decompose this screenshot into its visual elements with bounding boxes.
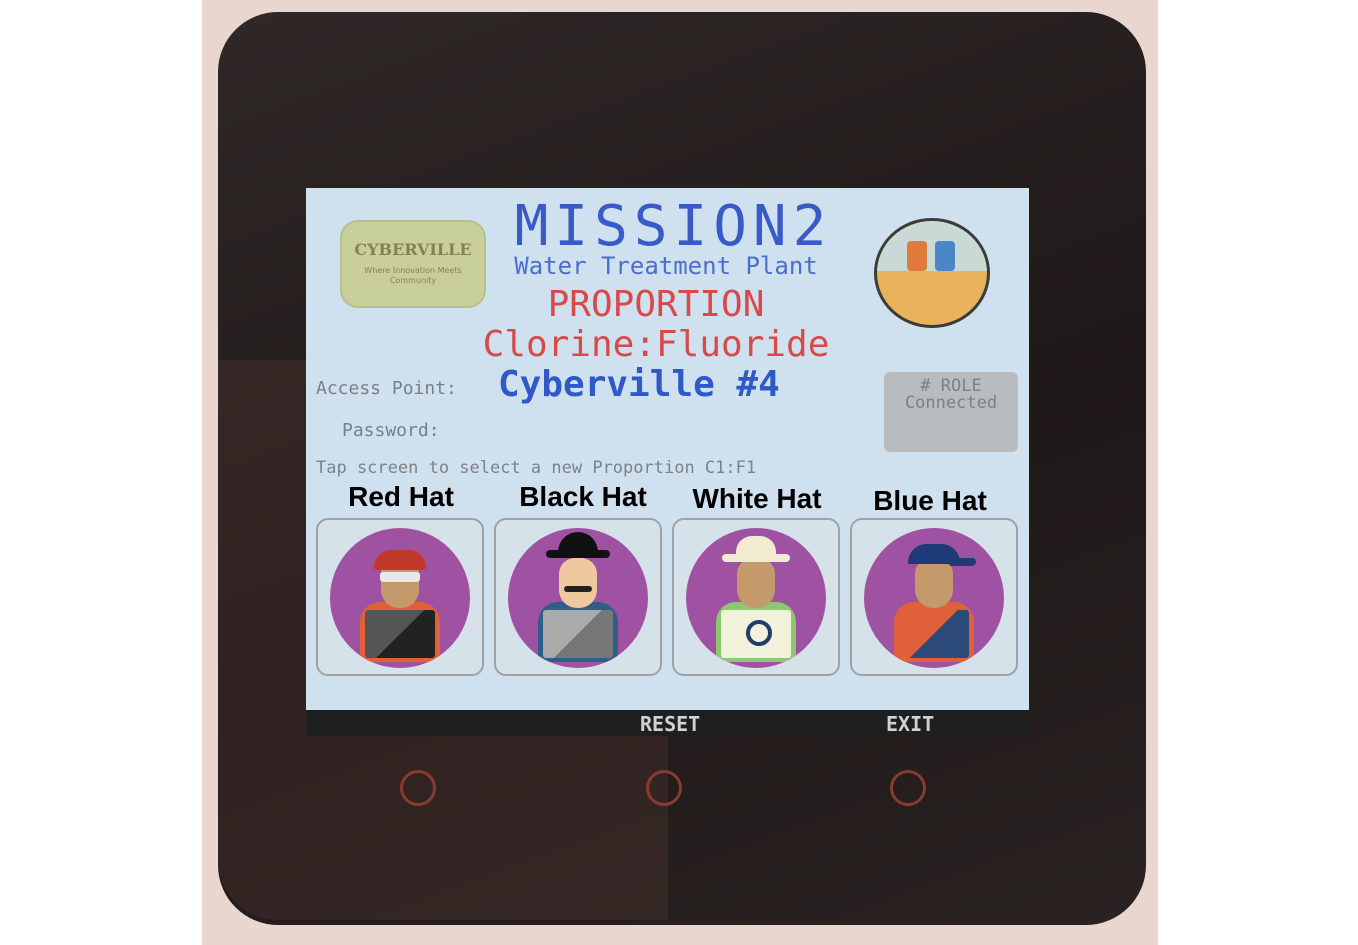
tank-orange-icon bbox=[907, 241, 927, 271]
password-label: Password: bbox=[342, 420, 440, 441]
blue-hat-tile[interactable] bbox=[850, 518, 1018, 676]
logo-subtitle: Where Innovation Meets Community bbox=[364, 266, 462, 285]
mission-subtitle: Water Treatment Plant bbox=[514, 252, 818, 280]
hardware-button-middle[interactable] bbox=[646, 770, 682, 806]
black-hat-label: Black Hat bbox=[519, 481, 647, 512]
black-hat-hacker-icon bbox=[508, 528, 648, 668]
cyberville-logo: CYBERVILLE Where Innovation Meets Commun… bbox=[340, 220, 486, 308]
red-hat-label: Red Hat bbox=[348, 481, 454, 512]
proportion-ratio: Clorine:Fluoride bbox=[482, 324, 830, 365]
blue-hat-label: Blue Hat bbox=[873, 485, 987, 516]
access-point-value: Cyberville #4 bbox=[498, 364, 780, 405]
proportion-title: PROPORTION bbox=[547, 284, 765, 325]
blue-hat-hacker-icon bbox=[864, 528, 1004, 668]
mission-title: MISSION2 bbox=[514, 194, 833, 259]
instruction-text: Tap screen to select a new Proportion C1… bbox=[316, 458, 757, 478]
tank-blue-icon bbox=[935, 241, 955, 271]
black-hat-tile[interactable] bbox=[494, 518, 662, 676]
red-hat-tile[interactable] bbox=[316, 518, 484, 676]
logo-title: CYBERVILLE bbox=[354, 240, 472, 259]
hardware-button-right[interactable] bbox=[890, 770, 926, 806]
water-plant-icon bbox=[874, 218, 990, 328]
hardware-button-left[interactable] bbox=[400, 770, 436, 806]
exit-button[interactable]: EXIT bbox=[886, 712, 934, 736]
red-hat-hacker-icon bbox=[330, 528, 470, 668]
lcd-screen[interactable]: CYBERVILLE Where Innovation Meets Commun… bbox=[306, 188, 1029, 736]
access-point-label: Access Point: bbox=[316, 378, 457, 399]
white-hat-hacker-icon bbox=[686, 528, 826, 668]
white-hat-tile[interactable] bbox=[672, 518, 840, 676]
connection-status: Connected bbox=[904, 393, 998, 413]
reset-button[interactable]: RESET bbox=[640, 712, 700, 736]
role-status-box: # ROLE Connected bbox=[884, 372, 1018, 452]
white-hat-label: White Hat bbox=[692, 483, 822, 514]
